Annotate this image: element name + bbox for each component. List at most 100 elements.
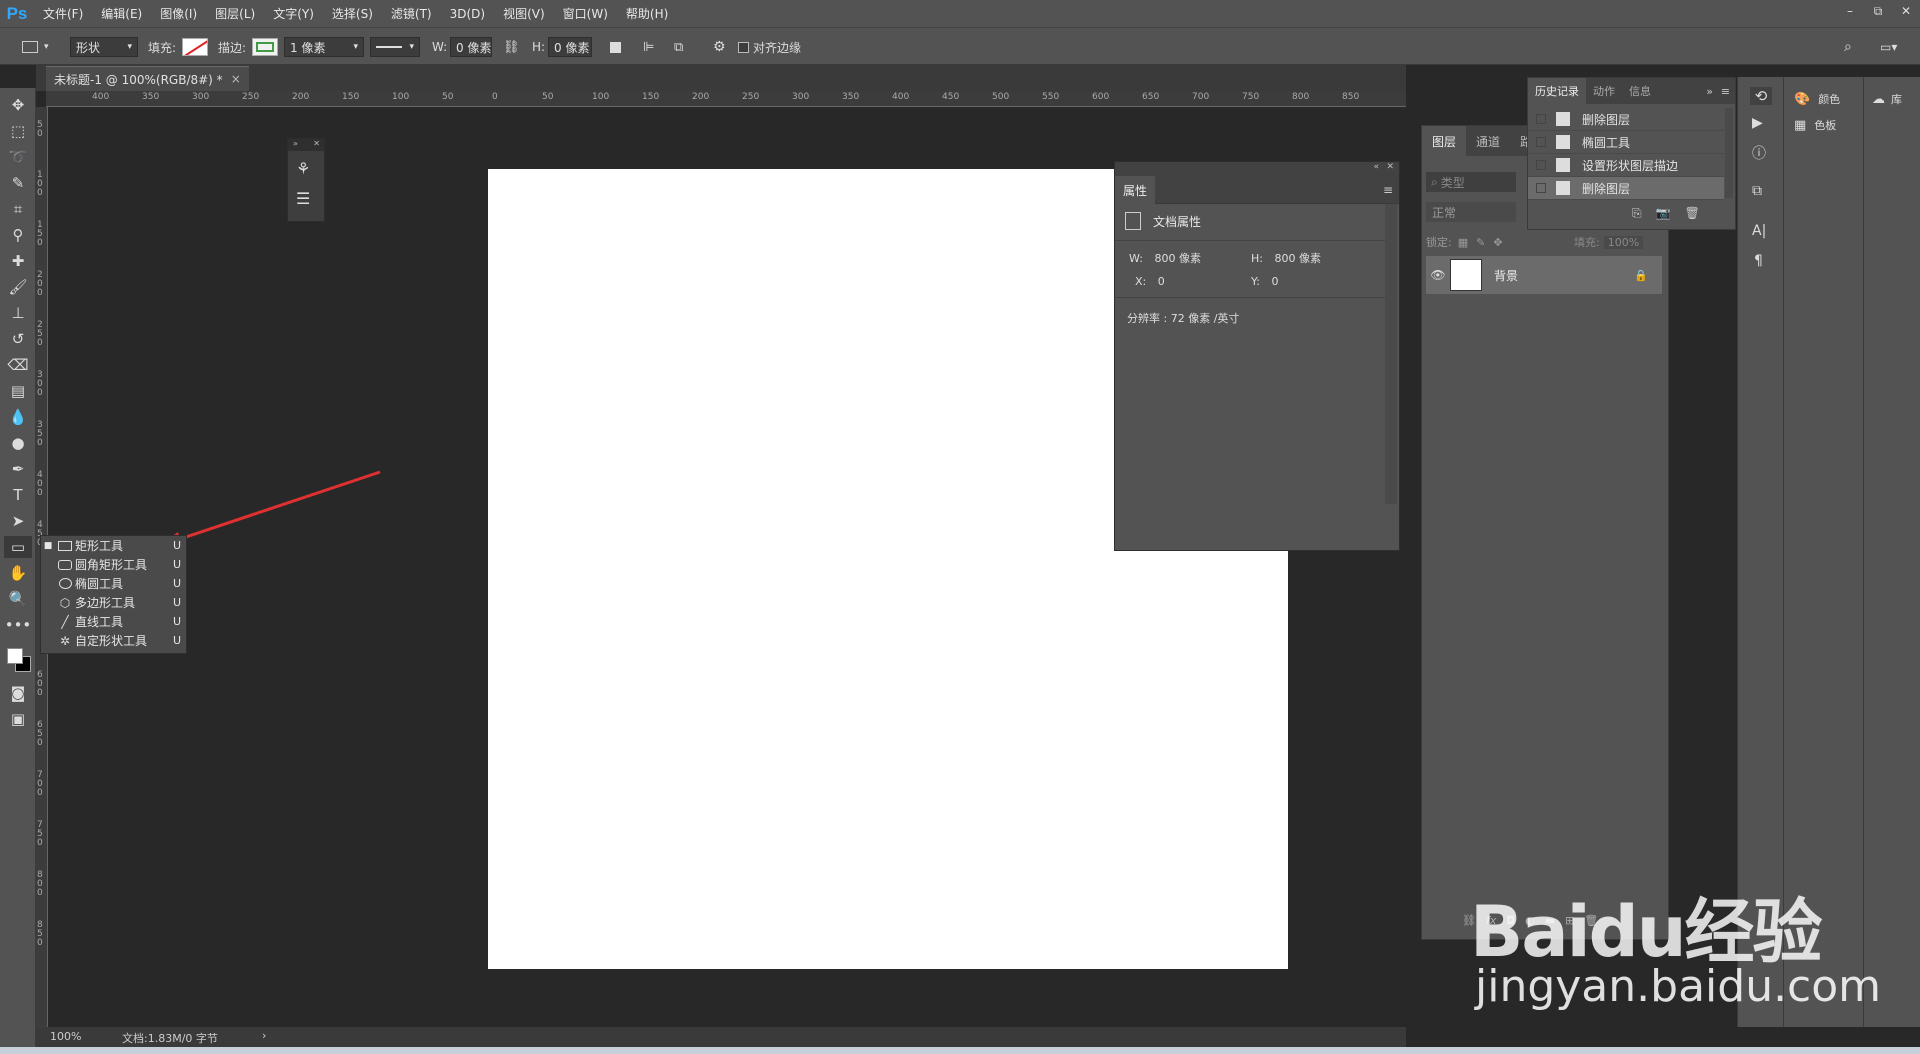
panel-menu-icon[interactable]: ≡ (1721, 85, 1730, 98)
path-operations-icon[interactable] (610, 41, 621, 53)
layer-row-background[interactable]: 👁 背景 🔒 (1426, 256, 1662, 294)
history-panel-icon[interactable]: ⟲ (1750, 87, 1772, 105)
history-item[interactable]: 删除图层 (1528, 108, 1724, 131)
flyout-item-custom-shape[interactable]: ✲ 自定形状工具 U (41, 631, 186, 650)
hand-tool-icon[interactable]: ✋ (4, 562, 32, 584)
history-item-selected[interactable]: 删除图层 (1528, 177, 1724, 200)
flyout-item-line[interactable]: ╱ 直线工具 U (41, 612, 186, 631)
collapse-icon[interactable]: » (293, 139, 298, 148)
menu-image[interactable]: 图像(I) (151, 5, 206, 22)
prop-x-value[interactable]: 0 (1158, 275, 1165, 288)
tab-info[interactable]: 信息 (1622, 83, 1658, 99)
stroke-width-field[interactable]: 1 像素 ▾ (284, 37, 364, 57)
history-checkbox[interactable] (1536, 137, 1546, 147)
tab-properties[interactable]: 属性 (1115, 176, 1155, 204)
menu-layer[interactable]: 图层(L) (206, 5, 264, 22)
paragraph-icon[interactable]: ¶ (1754, 253, 1763, 269)
play-icon[interactable]: ▶ (1752, 115, 1763, 131)
history-scrollbar[interactable] (1725, 108, 1733, 198)
menu-help[interactable]: 帮助(H) (617, 5, 677, 22)
history-item[interactable]: 椭圆工具 (1528, 131, 1724, 154)
menu-filter[interactable]: 滤镜(T) (382, 5, 441, 22)
prop-width-value[interactable]: 800 像素 (1154, 252, 1201, 265)
layer-fill-value[interactable]: 100% (1603, 235, 1644, 249)
flyout-item-polygon[interactable]: ⬡ 多边形工具 U (41, 593, 186, 612)
minimize-button[interactable]: – (1836, 0, 1864, 22)
zoom-tool-icon[interactable]: 🔍 (4, 588, 32, 610)
menu-type[interactable]: 文字(Y) (264, 5, 323, 22)
flyout-item-rounded-rectangle[interactable]: 圆角矩形工具 U (41, 555, 186, 574)
search-icon[interactable]: ⌕ (1844, 39, 1852, 55)
tab-actions[interactable]: 动作 (1586, 83, 1622, 99)
stamp-tool-icon[interactable]: ⊥ (4, 302, 32, 324)
eyedropper-tool-icon[interactable]: ⚲ (4, 224, 32, 246)
tab-history[interactable]: 历史记录 (1528, 78, 1586, 104)
stroke-type-select[interactable]: ▾ (370, 37, 420, 57)
foreground-color-swatch[interactable] (7, 648, 23, 664)
crop-tool-icon[interactable]: ⌗ (4, 198, 32, 220)
panel-menu-icon[interactable]: ≡ (1383, 183, 1393, 197)
height-field[interactable]: 0 像素 (548, 37, 592, 57)
color-swatches[interactable] (3, 644, 33, 674)
color-panel-button[interactable]: 🎨 颜色 (1794, 91, 1840, 107)
fill-swatch[interactable] (182, 38, 208, 56)
path-selection-tool-icon[interactable]: ➤ (4, 510, 32, 532)
lasso-tool-icon[interactable]: ➰ (4, 146, 32, 168)
new-document-from-state-icon[interactable]: ⎘ (1632, 206, 1642, 221)
brush-presets-icon[interactable]: ⚘ (296, 159, 310, 178)
close-window-button[interactable]: ✕ (1892, 0, 1920, 22)
history-checkbox[interactable] (1536, 160, 1546, 170)
chevron-right-icon[interactable]: › (262, 1029, 266, 1042)
move-tool-icon[interactable]: ✥ (4, 94, 32, 116)
layer-filter-select[interactable]: ⌕ 类型 (1426, 172, 1516, 192)
menu-view[interactable]: 视图(V) (494, 5, 554, 22)
lock-position-icon[interactable]: ✥ (1493, 236, 1502, 249)
width-field[interactable]: 0 像素 (450, 37, 492, 57)
history-brush-tool-icon[interactable]: ↺ (4, 328, 32, 350)
mode-select[interactable]: 形状 ▾ (70, 37, 138, 57)
quick-selection-tool-icon[interactable]: ✎ (4, 172, 32, 194)
more-tools-icon[interactable]: ••• (4, 614, 32, 636)
properties-scrollbar[interactable] (1385, 204, 1397, 504)
history-item[interactable]: 设置形状图层描边 (1528, 154, 1724, 177)
info-icon[interactable]: ⓘ (1752, 143, 1766, 163)
align-edges-checkbox[interactable] (738, 41, 749, 53)
camera-icon[interactable]: 📷 (1656, 206, 1671, 221)
trash-icon[interactable]: 🗑 (1685, 206, 1700, 221)
close-icon[interactable]: ✕ (1386, 162, 1394, 172)
flyout-item-rectangle[interactable]: ■ 矩形工具 U (41, 536, 186, 555)
screen-mode-icon[interactable]: ▣ (4, 708, 32, 730)
type-tool-icon[interactable]: T (4, 484, 32, 506)
expand-icon[interactable]: » (1706, 85, 1713, 98)
menu-select[interactable]: 选择(S) (323, 5, 382, 22)
quick-mask-icon[interactable]: ◙ (4, 682, 32, 704)
marquee-tool-icon[interactable]: ⬚ (4, 120, 32, 142)
tab-layers[interactable]: 图层 (1422, 126, 1467, 156)
prop-y-value[interactable]: 0 (1271, 275, 1278, 288)
collapse-icon[interactable]: « (1373, 162, 1379, 172)
lock-pixels-icon[interactable]: ▦ (1458, 236, 1468, 249)
gradient-tool-icon[interactable]: ▤ (4, 380, 32, 402)
rectangle-tool-icon[interactable]: ▭ (4, 536, 32, 558)
history-checkbox[interactable] (1536, 183, 1546, 193)
character-icon[interactable]: A| (1752, 223, 1766, 239)
workspace-icon[interactable]: ▭▾ (1880, 40, 1897, 54)
healing-brush-tool-icon[interactable]: ✚ (4, 250, 32, 272)
swatches-panel-button[interactable]: ▦ 色板 (1794, 117, 1836, 133)
blur-tool-icon[interactable]: 💧 (4, 406, 32, 428)
adjustments-icon[interactable]: ☰ (296, 189, 310, 208)
eye-icon[interactable]: 👁 (1426, 268, 1450, 282)
libraries-panel-button[interactable]: ☁ 库 (1872, 91, 1902, 107)
close-tab-button[interactable]: × (231, 72, 241, 86)
gear-icon[interactable]: ⚙ (713, 39, 726, 55)
stroke-swatch[interactable] (252, 38, 278, 56)
link-icon[interactable]: ⛓ (503, 40, 520, 55)
prop-height-value[interactable]: 800 像素 (1274, 252, 1321, 265)
menu-3d[interactable]: 3D(D) (441, 7, 494, 21)
eraser-tool-icon[interactable]: ⌫ (4, 354, 32, 376)
menu-edit[interactable]: 编辑(E) (92, 5, 151, 22)
zoom-level[interactable]: 100% (50, 1030, 81, 1043)
tool-preset-picker[interactable]: ▾ (22, 37, 49, 57)
brush-tool-icon[interactable]: 🖌 (4, 276, 32, 298)
close-icon[interactable]: ✕ (313, 139, 320, 148)
